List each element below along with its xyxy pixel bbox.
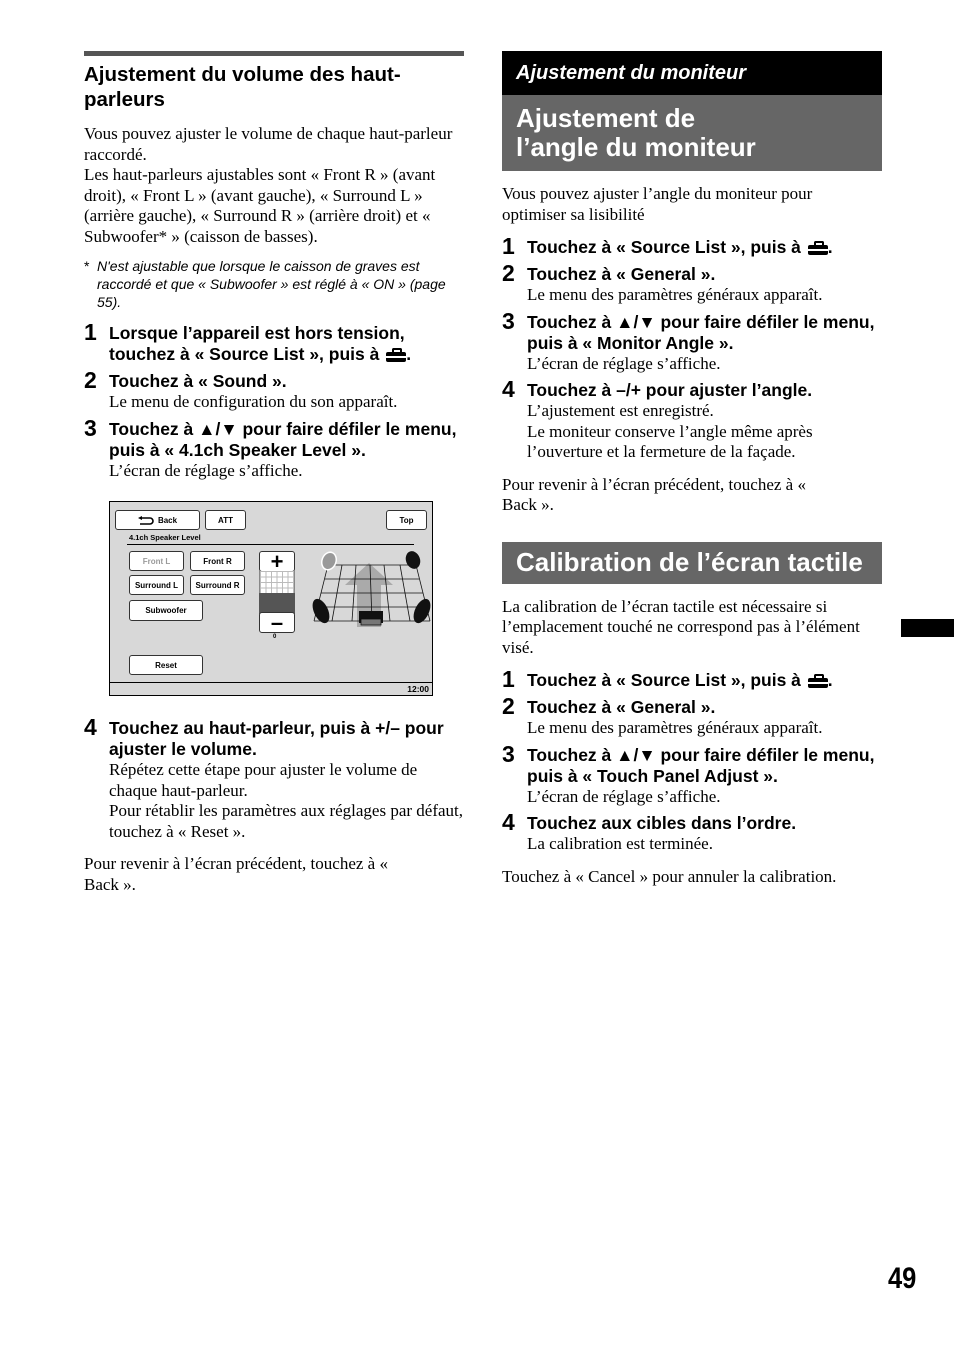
top-button[interactable]: Top [386, 510, 427, 530]
step-title-text: Touchez à « Source List », puis à [527, 670, 801, 690]
step-1: 1 Touchez à « Source List », puis à . [502, 666, 882, 692]
speaker-button-front-r[interactable]: Front R [190, 551, 245, 571]
plus-button[interactable]: + [259, 549, 295, 574]
clock: 12:00 [407, 684, 429, 694]
step-title: Touchez à « Source List », puis à . [527, 670, 882, 691]
step-number: 2 [502, 693, 515, 719]
step-number: 2 [502, 260, 515, 286]
step-4: 4 Touchez à –/+ pour ajuster l’angle. L’… [502, 376, 882, 463]
step-title: Touchez à « Sound ». [109, 371, 287, 391]
step-description: Le menu des paramètres généraux apparaît… [527, 285, 823, 304]
speaker-button-front-l[interactable]: Front L [129, 551, 184, 571]
step-description: L’écran de réglage s’affiche. [109, 460, 303, 480]
speaker-front-right-icon [405, 551, 421, 569]
toolbox-icon [386, 348, 407, 362]
level-meter-empty [259, 571, 295, 593]
step-title: Touchez aux cibles dans l’ordre. [527, 813, 797, 833]
step-number: 4 [502, 376, 515, 402]
att-button[interactable]: ATT [205, 510, 246, 530]
step-title-suffix: . [827, 237, 833, 257]
chapter-banner: Ajustement du moniteur [502, 51, 882, 95]
section-top-rule [84, 51, 464, 56]
step-title: Touchez à ▲/▼ pour faire défiler le menu… [527, 744, 875, 786]
toolbox-icon [807, 674, 828, 688]
section-heading-touch-calibration: Calibration de l’écran tactile [502, 541, 882, 584]
speaker-layout-diagram [312, 551, 431, 627]
step-description: L’écran de réglage s’affiche. [527, 353, 721, 373]
speaker-button-subwoofer[interactable]: Subwoofer [129, 600, 203, 621]
minus-button[interactable]: – [259, 610, 295, 635]
status-bar: 12:00 [110, 682, 432, 695]
step-2: 2 Touchez à « General ». Le menu des par… [502, 693, 882, 739]
intro-paragraph: Vous pouvez ajuster l’angle du moniteur … [502, 184, 813, 224]
toolbox-icon [807, 241, 828, 255]
speaker-button-surround-r[interactable]: Surround R [190, 575, 245, 595]
step-number: 2 [84, 367, 97, 393]
intro-paragraph: La calibration de l’écran tactile est né… [502, 596, 860, 657]
step-title: Touchez à –/+ pour ajuster l’angle. [527, 380, 813, 400]
step-number: 1 [502, 233, 515, 259]
back-label: Back [157, 515, 178, 525]
section-heading: Ajustement du volume des haut-parleurs [84, 63, 401, 111]
intro-line-1: Vous pouvez ajuster le volume de chaque … [84, 124, 453, 164]
step-title: Touchez à ▲/▼ pour faire défiler le menu… [109, 418, 457, 460]
speaker-front-left-icon [320, 551, 338, 571]
step-1: 1 Lorsque l’appareil est hors tension, t… [84, 319, 464, 365]
closing-paragraph: Pour revenir à l’écran précédent, touche… [502, 474, 806, 515]
step-number: 3 [84, 414, 97, 441]
left-column: Ajustement du volume des haut-parleurs V… [84, 51, 464, 905]
step-title: Lorsque l’appareil est hors tension, tou… [109, 323, 464, 365]
step-number: 4 [84, 714, 97, 740]
step-title-text: Touchez à « Source List », puis à [527, 237, 801, 257]
closing-paragraph: Touchez à « Cancel » pour annuler la cal… [502, 866, 837, 886]
closing-paragraph: Pour revenir à l’écran précédent, touche… [84, 854, 388, 894]
level-value: 0 [273, 634, 277, 640]
step-number: 4 [502, 809, 515, 835]
step-number: 1 [502, 666, 515, 692]
step-3: 3 Touchez à ▲/▼ pour faire défiler le me… [502, 741, 882, 808]
step-title-text: Lorsque l’appareil est hors tension, tou… [109, 323, 405, 364]
step-number: 1 [84, 319, 97, 345]
right-column: Ajustement du moniteur Ajustement de l’a… [502, 51, 882, 897]
footnote-marker: * [84, 258, 90, 274]
footnote-text: N'est ajustable que lorsque le caisson d… [97, 258, 446, 310]
step-2: 2 Touchez à « General ». Le menu des par… [502, 260, 882, 306]
step-title-suffix: . [827, 670, 833, 690]
reset-button[interactable]: Reset [129, 655, 203, 675]
screen-title: 4.1ch Speaker Level [129, 533, 201, 542]
footnote: * N'est ajustable que lorsque le caisson… [84, 257, 464, 311]
step-description: Le menu de configuration du son apparaît… [109, 392, 398, 411]
intro-line-2: Les haut-parleurs ajustables sont « Fron… [84, 165, 436, 246]
step-1: 1 Touchez à « Source List », puis à . [502, 233, 882, 259]
step-title: Touchez à « Source List », puis à . [527, 237, 882, 258]
intro-paragraph: Vous pouvez ajuster le volume de chaque … [84, 124, 464, 247]
page-number: 49 [888, 1262, 917, 1295]
chapter-edge-tab [901, 619, 954, 637]
step-description-1: L’ajustement est enregistré. [527, 401, 714, 420]
step-description-2: Le moniteur conserve l’angle même après … [527, 421, 813, 462]
step-title-suffix: . [406, 344, 412, 364]
step-description-2: Pour rétablir les paramètres aux réglage… [109, 801, 464, 841]
speaker-level-screen: Back ATT Top 4.1ch Speaker Level Front L… [109, 501, 433, 696]
step-title: Touchez à ▲/▼ pour faire défiler le menu… [527, 311, 875, 353]
step-title: Touchez à « General ». [527, 264, 716, 284]
step-2: 2 Touchez à « Sound ». Le menu de config… [84, 367, 464, 413]
step-3: 3 Touchez à ▲/▼ pour faire défiler le me… [84, 415, 464, 482]
step-number: 3 [502, 740, 515, 767]
step-4: 4 Touchez aux cibles dans l’ordre. La ca… [502, 809, 882, 855]
step-description: L’écran de réglage s’affiche. [527, 786, 721, 806]
step-title: Touchez à « General ». [527, 697, 716, 717]
title-underline [127, 544, 414, 545]
step-description: La calibration est terminée. [527, 834, 713, 853]
step-description-1: Répétez cette étape pour ajuster le volu… [109, 760, 418, 800]
section-heading-monitor-angle: Ajustement de l’angle du moniteur [502, 95, 882, 171]
step-3: 3 Touchez à ▲/▼ pour faire défiler le me… [502, 308, 882, 375]
back-arrow-icon [137, 515, 154, 525]
step-number: 3 [502, 307, 515, 334]
step-description: Le menu des paramètres généraux apparaît… [527, 718, 823, 737]
back-button[interactable]: Back [115, 510, 200, 530]
step-title: Touchez au haut-parleur, puis à +/– pour… [109, 718, 444, 759]
speaker-button-surround-l[interactable]: Surround L [129, 575, 184, 595]
step-4: 4 Touchez au haut-parleur, puis à +/– po… [84, 714, 464, 842]
